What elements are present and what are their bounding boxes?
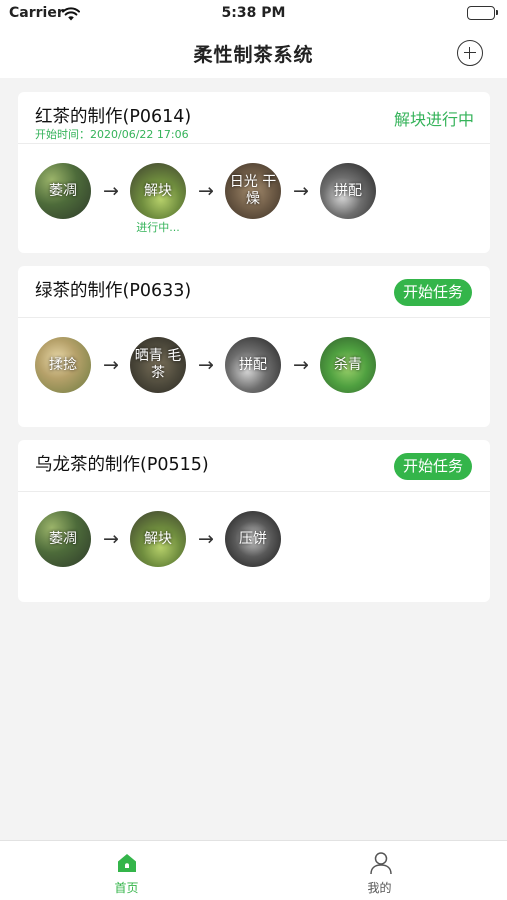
arrow-icon: → bbox=[293, 354, 309, 376]
clock-label: 5:38 PM bbox=[221, 5, 286, 21]
arrow-icon: → bbox=[103, 180, 119, 202]
step-label: 萎凋 bbox=[49, 530, 77, 547]
card-title: 绿茶的制作(P0633) bbox=[35, 281, 192, 301]
arrow-icon: → bbox=[103, 354, 119, 376]
card-header: 绿茶的制作(P0633) 开始任务 bbox=[18, 266, 490, 318]
step-deblocking[interactable]: 解块 bbox=[130, 163, 186, 219]
arrow-icon: → bbox=[198, 180, 214, 202]
step-blending[interactable]: 拼配 bbox=[225, 337, 281, 393]
tab-label: 首页 bbox=[114, 881, 139, 895]
start-task-button[interactable]: 开始任务 bbox=[393, 279, 472, 306]
step-deblocking[interactable]: 解块 bbox=[130, 511, 186, 567]
step-withering[interactable]: 萎凋 bbox=[35, 511, 91, 567]
status-label: 解块进行中 bbox=[393, 110, 474, 129]
tab-profile[interactable]: 我的 bbox=[253, 841, 506, 900]
arrow-icon: → bbox=[103, 528, 119, 550]
tab-bar: 首页 我的 bbox=[0, 840, 507, 900]
arrow-icon: → bbox=[293, 180, 309, 202]
battery-icon bbox=[467, 6, 498, 20]
task-card-green-tea[interactable]: 绿茶的制作(P0633) 开始任务 揉捻 → 晒青 毛茶 → 拼配 → 杀青 bbox=[18, 266, 490, 427]
step-label: 解块 bbox=[144, 530, 172, 547]
step-label: 萎凋 bbox=[49, 182, 77, 199]
step-label: 揉捻 bbox=[49, 356, 77, 373]
step-fixing[interactable]: 杀青 bbox=[320, 337, 376, 393]
step-blending[interactable]: 拼配 bbox=[320, 163, 376, 219]
nav-bar: 柔性制茶系统 bbox=[0, 28, 507, 78]
tab-label: 我的 bbox=[367, 881, 392, 895]
task-card-black-tea[interactable]: 红茶的制作(P0614) 开始时间：2020/06/22 17:06 解块进行中… bbox=[18, 92, 490, 253]
step-pressing-cake[interactable]: 压饼 bbox=[225, 511, 281, 567]
page-title: 柔性制茶系统 bbox=[193, 44, 314, 66]
tab-home[interactable]: 首页 bbox=[0, 841, 253, 900]
step-sun-drying[interactable]: 日光 干燥 bbox=[225, 163, 281, 219]
step-label: 拼配 bbox=[239, 356, 267, 373]
arrow-icon: → bbox=[198, 354, 214, 376]
card-title: 红茶的制作(P0614) bbox=[35, 107, 192, 127]
step-withering[interactable]: 萎凋 bbox=[35, 163, 91, 219]
step-rolling[interactable]: 揉捻 bbox=[35, 337, 91, 393]
home-icon bbox=[115, 851, 139, 879]
person-icon bbox=[368, 850, 394, 880]
step-label: 压饼 bbox=[239, 530, 267, 547]
arrow-icon: → bbox=[198, 528, 214, 550]
step-label: 晒青 毛茶 bbox=[134, 348, 182, 381]
card-header: 红茶的制作(P0614) 开始时间：2020/06/22 17:06 解块进行中 bbox=[18, 92, 490, 144]
step-label: 杀青 bbox=[334, 356, 362, 373]
status-bar: Carrier 5:38 PM bbox=[0, 0, 507, 28]
add-circle-icon[interactable] bbox=[457, 40, 483, 66]
step-progress-label: 进行中... bbox=[136, 221, 180, 234]
step-sun-dried-raw-tea[interactable]: 晒青 毛茶 bbox=[130, 337, 186, 393]
step-label: 解块 bbox=[144, 182, 172, 199]
step-label: 日光 干燥 bbox=[229, 174, 277, 207]
start-task-button[interactable]: 开始任务 bbox=[393, 453, 472, 480]
card-header: 乌龙茶的制作(P0515) 开始任务 bbox=[18, 440, 490, 492]
start-time-label: 开始时间：2020/06/22 17:06 bbox=[35, 128, 189, 141]
task-card-oolong-tea[interactable]: 乌龙茶的制作(P0515) 开始任务 萎凋 → 解块 → 压饼 bbox=[18, 440, 490, 602]
step-label: 拼配 bbox=[334, 182, 362, 199]
card-title: 乌龙茶的制作(P0515) bbox=[35, 455, 209, 475]
